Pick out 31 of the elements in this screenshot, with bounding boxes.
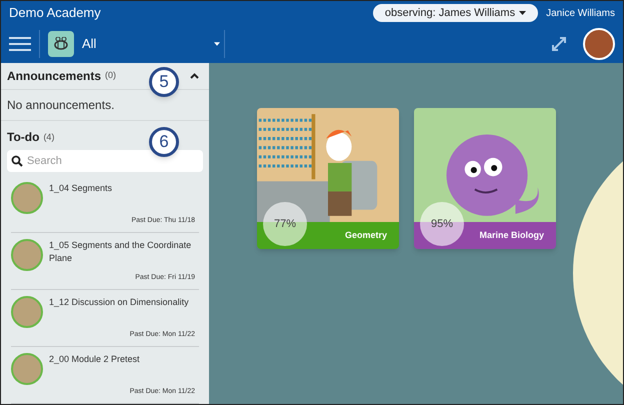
course-name: Geometry bbox=[344, 228, 387, 242]
course-card[interactable]: Geometry 77% bbox=[257, 108, 399, 249]
avatar[interactable] bbox=[583, 28, 615, 60]
expand-icon[interactable] bbox=[551, 36, 567, 52]
course-thumbnail bbox=[11, 353, 43, 385]
todo-title: 1_04 Segments bbox=[49, 182, 114, 195]
caret-icon bbox=[214, 42, 220, 46]
todo-title: 1_05 Segments and the Coordinate Plane bbox=[49, 239, 192, 265]
course-card[interactable]: Marine Biology 95% bbox=[414, 108, 556, 249]
chevron-up-icon[interactable] bbox=[190, 72, 199, 79]
observing-dropdown[interactable]: observing: James Williams bbox=[372, 4, 538, 22]
count: (0) bbox=[105, 69, 116, 82]
course-thumbnail bbox=[11, 239, 43, 271]
count: (4) bbox=[43, 130, 54, 144]
step-callout: 5 bbox=[149, 67, 179, 97]
course-thumbnail bbox=[11, 296, 43, 328]
filter-dropdown[interactable]: All bbox=[48, 31, 220, 57]
search-field[interactable]: Search bbox=[7, 150, 203, 172]
section-title: Announcements bbox=[7, 68, 102, 85]
course-name: Marine Biology bbox=[479, 228, 544, 242]
step-callout: 6 bbox=[149, 127, 179, 157]
todo-title: 1_12 Discussion on Dimensionality bbox=[49, 296, 190, 309]
bee-icon bbox=[48, 31, 74, 57]
menu-icon[interactable] bbox=[9, 35, 31, 53]
course-thumbnail bbox=[11, 182, 43, 214]
app-title: Demo Academy bbox=[9, 4, 101, 22]
caret-icon bbox=[519, 11, 526, 15]
search-icon bbox=[11, 155, 23, 167]
section-title: To-do bbox=[7, 129, 40, 146]
todo-title: 2_00 Module 2 Pretest bbox=[49, 353, 141, 366]
user-name: Janice Williams bbox=[546, 6, 615, 20]
